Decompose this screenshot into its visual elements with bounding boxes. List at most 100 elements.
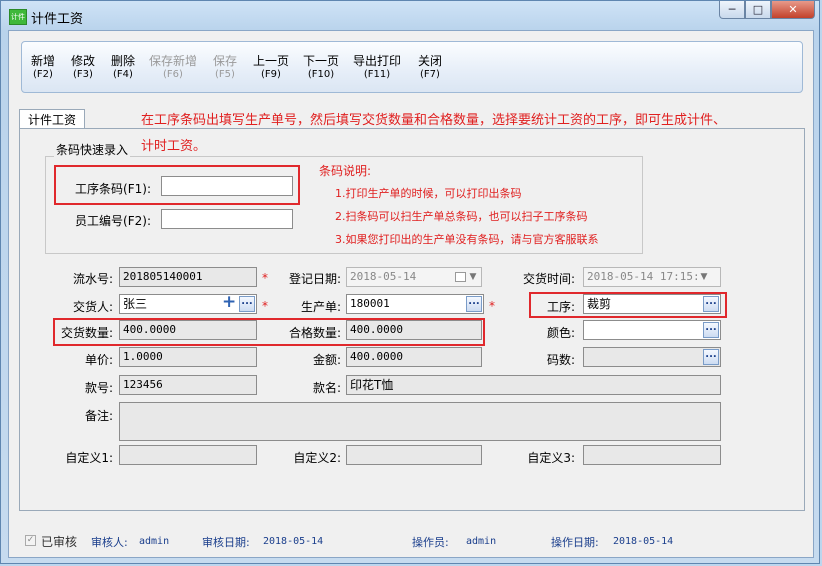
process-field[interactable]: 裁剪 bbox=[583, 294, 721, 314]
amount-label: 金额: bbox=[312, 353, 341, 367]
barcode-note-title: 条码说明: bbox=[319, 164, 372, 178]
browse-button[interactable]: ... bbox=[703, 322, 719, 338]
hint-line-1: 在工序条码出填写生产单号，然后填写交货数量和合格数量，选择要统计工资的工序，即可… bbox=[141, 113, 727, 128]
maximize-button[interactable]: □ bbox=[745, 1, 771, 19]
delete-button[interactable]: 删除 (F4) bbox=[106, 54, 140, 82]
prev-page-key: (F9) bbox=[261, 69, 281, 80]
unit-price-label: 单价: bbox=[84, 353, 113, 367]
qualified-qty-label: 合格数量: bbox=[288, 326, 341, 340]
minimize-button[interactable]: ─ bbox=[719, 1, 745, 19]
browse-button[interactable]: ... bbox=[703, 296, 719, 312]
hint-line-2: 计时工资。 bbox=[141, 139, 207, 154]
title-bar[interactable]: 计件 计件工资 ─ □ ✕ bbox=[1, 1, 821, 29]
delivery-time-label: 交货时间: bbox=[522, 272, 575, 286]
quick-entry-title: 条码快速录入 bbox=[54, 141, 131, 158]
save-button-key: (F5) bbox=[215, 69, 235, 80]
chevron-down-icon[interactable]: ▼ bbox=[468, 269, 478, 285]
edit-button[interactable]: 修改 (F3) bbox=[66, 54, 100, 82]
window-title: 计件工资 bbox=[31, 12, 84, 27]
barcode-note-line-1: 1.打印生产单的时候，可以打印出条码 bbox=[335, 187, 522, 200]
browse-button[interactable]: ... bbox=[703, 349, 719, 365]
toolbar: 新增 (F2) 修改 (F3) 删除 (F4) 保存新增 (F6) 保存 (F5… bbox=[21, 41, 803, 93]
process-barcode-input[interactable] bbox=[161, 176, 293, 196]
minimize-icon: ─ bbox=[728, 3, 736, 16]
delivered-qty-label: 交货数量: bbox=[60, 326, 113, 340]
save-and-new-button[interactable]: 保存新增 (F6) bbox=[146, 54, 200, 82]
browse-button[interactable]: ... bbox=[239, 296, 255, 312]
delete-button-label: 删除 bbox=[110, 54, 135, 68]
operator-value: admin bbox=[466, 536, 497, 547]
new-button-label: 新增 bbox=[30, 54, 55, 68]
prev-page-label: 上一页 bbox=[252, 54, 289, 68]
delete-button-key: (F4) bbox=[113, 69, 133, 80]
employee-no-label: 员工编号(F2): bbox=[75, 214, 151, 228]
save-and-new-label: 保存新增 bbox=[148, 54, 197, 68]
chevron-down-icon[interactable]: ▼ bbox=[699, 269, 709, 285]
close-button-label: 关闭 bbox=[417, 54, 442, 68]
order-field[interactable]: 180001 bbox=[346, 294, 484, 314]
prev-page-button[interactable]: 上一页 (F9) bbox=[250, 54, 292, 82]
deliverer-field[interactable]: 张三 bbox=[119, 294, 257, 314]
barcode-note-line-2: 2.扫条码可以扫生产单总条码，也可以扫子工序条码 bbox=[335, 210, 588, 223]
next-page-button[interactable]: 下一页 (F10) bbox=[298, 54, 344, 82]
barcode-note-line-3: 3.如果您打印出的生产单没有条码，请与官方客服联系 bbox=[335, 233, 599, 246]
op-date-value: 2018-05-14 bbox=[613, 536, 674, 547]
audit-date-value: 2018-05-14 bbox=[263, 536, 324, 547]
serial-no-label: 流水号: bbox=[72, 272, 113, 286]
auditor-label: 审核人: bbox=[91, 536, 128, 549]
new-button[interactable]: 新增 (F2) bbox=[26, 54, 60, 82]
unit-price-field[interactable]: 1.0000 bbox=[119, 347, 257, 367]
size-label: 码数: bbox=[546, 353, 575, 367]
op-date-label: 操作日期: bbox=[551, 536, 599, 549]
operator-label: 操作员: bbox=[412, 536, 449, 549]
custom1-label: 自定义1: bbox=[65, 451, 113, 465]
save-button-label: 保存 bbox=[212, 54, 237, 68]
maximize-icon: □ bbox=[752, 3, 764, 16]
client-area: 新增 (F2) 修改 (F3) 删除 (F4) 保存新增 (F6) 保存 (F5… bbox=[8, 30, 814, 558]
size-field[interactable] bbox=[583, 347, 721, 367]
employee-no-input[interactable] bbox=[161, 209, 293, 229]
reg-date-label: 登记日期: bbox=[288, 272, 341, 286]
export-print-label: 导出打印 bbox=[352, 54, 401, 68]
audited-label: 已审核 bbox=[41, 535, 78, 549]
style-no-label: 款号: bbox=[84, 381, 113, 395]
export-print-key: (F11) bbox=[363, 69, 391, 80]
save-button[interactable]: 保存 (F5) bbox=[208, 54, 242, 82]
export-print-button[interactable]: 导出打印 (F11) bbox=[350, 54, 404, 82]
style-name-field[interactable]: 印花T恤 bbox=[346, 375, 721, 395]
style-name-label: 款名: bbox=[312, 381, 341, 395]
custom2-field[interactable] bbox=[346, 445, 482, 465]
save-and-new-key: (F6) bbox=[163, 69, 183, 80]
color-field[interactable] bbox=[583, 320, 721, 340]
app-icon: 计件 bbox=[9, 9, 27, 25]
serial-no-field[interactable]: 201805140001 bbox=[119, 267, 257, 287]
close-button-key: (F7) bbox=[420, 69, 440, 80]
next-page-label: 下一页 bbox=[302, 54, 339, 68]
edit-button-key: (F3) bbox=[73, 69, 93, 80]
delivered-qty-field[interactable]: 400.0000 bbox=[119, 320, 257, 340]
custom1-field[interactable] bbox=[119, 445, 257, 465]
custom3-label: 自定义3: bbox=[527, 451, 575, 465]
deliverer-label: 交货人: bbox=[72, 300, 113, 314]
tab-piecework-wages[interactable]: 计件工资 bbox=[19, 109, 85, 129]
order-label: 生产单: bbox=[300, 300, 341, 314]
next-page-key: (F10) bbox=[307, 69, 335, 80]
add-icon[interactable]: + bbox=[222, 294, 236, 311]
custom3-field[interactable] bbox=[583, 445, 721, 465]
close-window-button[interactable]: ✕ bbox=[771, 1, 815, 19]
qualified-qty-field[interactable]: 400.0000 bbox=[346, 320, 482, 340]
custom2-label: 自定义2: bbox=[293, 451, 341, 465]
required-mark: * bbox=[262, 299, 268, 313]
close-button[interactable]: 关闭 (F7) bbox=[412, 54, 448, 82]
auditor-value: admin bbox=[139, 536, 170, 547]
app-window: 计件 计件工资 ─ □ ✕ 新增 (F2) 修改 (F3) 删除 (F4) 保存… bbox=[0, 0, 820, 564]
required-mark: * bbox=[262, 271, 268, 285]
amount-field[interactable]: 400.0000 bbox=[346, 347, 482, 367]
remark-textarea[interactable] bbox=[119, 402, 721, 441]
new-button-key: (F2) bbox=[33, 69, 53, 80]
browse-button[interactable]: ... bbox=[466, 296, 482, 312]
audited-checkbox[interactable]: ✓ bbox=[25, 535, 36, 546]
required-mark: * bbox=[489, 299, 495, 313]
style-no-field[interactable]: 123456 bbox=[119, 375, 257, 395]
checkmark-icon: ✓ bbox=[26, 535, 35, 545]
